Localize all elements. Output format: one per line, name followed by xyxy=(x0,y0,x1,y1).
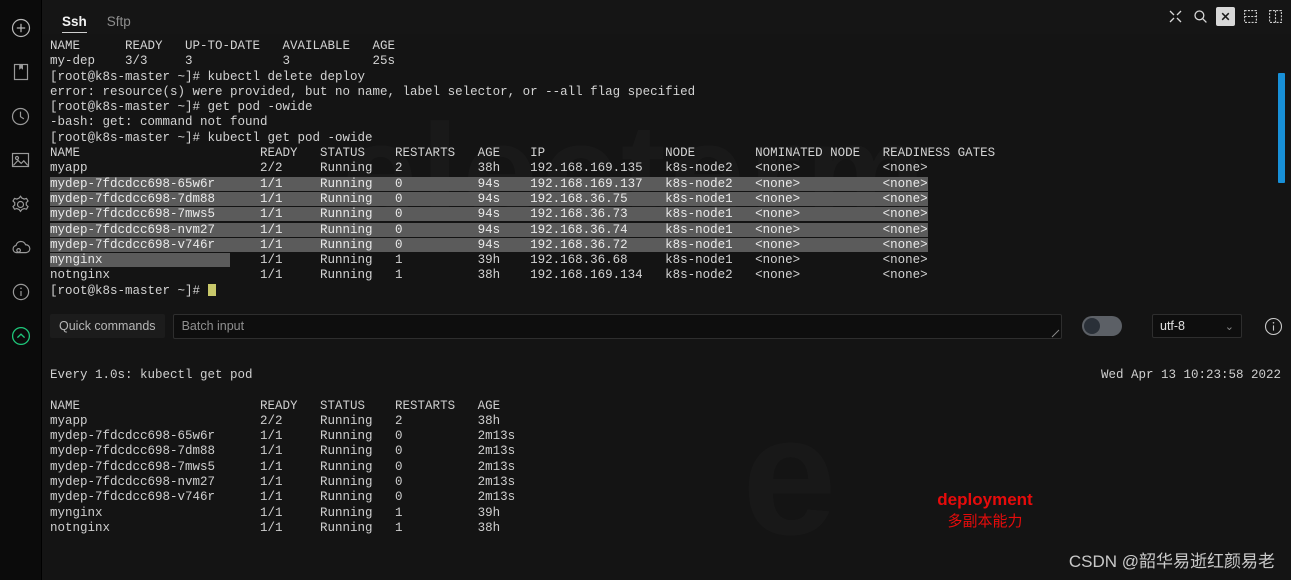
terminal-selected-text: mydep-7fdcdcc698-7mws5 1/1 Running 0 94s… xyxy=(50,207,928,222)
watch-terminal-pane[interactable]: e Wed Apr 13 10:23:58 2022 Every 1.0s: k… xyxy=(42,348,1291,580)
terminal-line: myapp 2/2 Running 2 38h 192.168.169.135 … xyxy=(50,161,928,176)
watch-header: Every 1.0s: kubectl get pod xyxy=(50,368,253,382)
watch-line: mydep-7fdcdcc698-nvm27 1/1 Running 0 2m1… xyxy=(50,475,516,490)
cloud-icon xyxy=(10,239,32,257)
search-icon[interactable] xyxy=(1191,7,1210,26)
chevron-down-icon: ⌄ xyxy=(1224,320,1234,333)
watch-line: NAME READY STATUS RESTARTS AGE xyxy=(50,398,501,413)
quick-commands-button[interactable]: Quick commands xyxy=(50,314,165,338)
terminal-line: my-dep 3/3 3 3 25s xyxy=(50,54,396,69)
terminal-line: -bash: get: command not found xyxy=(50,115,268,130)
terminal-output: NAME READY UP-TO-DATE AVAILABLE AGE my-de… xyxy=(42,34,1291,299)
terminal-line: mydep-7fdcdcc698-7mws5 1/1 Running 0 94s… xyxy=(50,207,1291,222)
tab-header: Ssh Sftp xyxy=(42,0,1291,34)
terminal-line: mydep-7fdcdcc698-7dm88 1/1 Running 0 94s… xyxy=(50,191,1291,207)
watch-spacer xyxy=(50,383,1291,398)
encoding-value: utf-8 xyxy=(1160,319,1186,333)
terminal-line: NAME READY UP-TO-DATE AVAILABLE AGE xyxy=(50,39,396,53)
watch-line: mynginx 1/1 Running 1 39h xyxy=(50,505,501,520)
terminal-line: mydep-7fdcdcc698-v746r 1/1 Running 0 94s… xyxy=(50,237,1291,253)
terminal-selected-text: mydep-7fdcdcc698-v746r 1/1 Running 0 94s… xyxy=(50,237,928,252)
terminal-line: error: resource(s) were provided, but no… xyxy=(50,84,696,99)
sidebar-item-info[interactable] xyxy=(0,270,42,314)
terminal-text: 1/1 Running 1 39h 192.168.36.68 k8s-node… xyxy=(230,253,928,268)
terminal-toolbar: Quick commands utf-8 ⌄ xyxy=(42,304,1291,348)
terminal-line: NAME READY STATUS RESTARTS AGE IP NODE N… xyxy=(50,146,996,161)
watch-line: mydep-7fdcdcc698-v746r 1/1 Running 0 2m1… xyxy=(50,490,516,505)
terminal-prompt: [root@k8s-master ~]# xyxy=(50,283,208,298)
watch-line: mydep-7fdcdcc698-7dm88 1/1 Running 0 2m1… xyxy=(50,444,516,459)
encoding-select[interactable]: utf-8 ⌄ xyxy=(1152,314,1242,338)
terminal-line: notnginx 1/1 Running 1 38h 192.168.169.1… xyxy=(50,268,928,283)
terminal-line: mydep-7fdcdcc698-nvm27 1/1 Running 0 94s… xyxy=(50,222,1291,238)
watch-line: notnginx 1/1 Running 1 38h xyxy=(50,520,501,535)
info-icon xyxy=(1264,317,1283,335)
terminal-line: mydep-7fdcdcc698-65w6r 1/1 Running 0 94s… xyxy=(50,176,1291,192)
electerm-window: Ssh Sftp NAME READY UP-TO-DATE AVAILABLE… xyxy=(0,0,1291,580)
sidebar-item-collapse[interactable] xyxy=(0,314,42,358)
watch-line: mydep-7fdcdcc698-7mws5 1/1 Running 0 2m1… xyxy=(50,459,516,474)
watch-output: Every 1.0s: kubectl get pod NAME READY S… xyxy=(42,348,1291,536)
sidebar-item-bookmarks[interactable] xyxy=(0,50,42,94)
add-icon xyxy=(10,17,32,39)
main-column: Ssh Sftp NAME READY UP-TO-DATE AVAILABLE… xyxy=(42,0,1291,580)
sidebar-item-add[interactable] xyxy=(0,6,42,50)
terminal-selected-text: mynginx xyxy=(50,253,231,268)
chevron-up-icon xyxy=(10,325,32,347)
sidebar-item-history[interactable] xyxy=(0,94,42,138)
terminal-scrollbar[interactable] xyxy=(1278,73,1285,183)
terminal-line: [root@k8s-master ~]# kubectl get pod -ow… xyxy=(50,130,373,145)
batch-input[interactable] xyxy=(172,313,1062,339)
terminal-cursor xyxy=(207,283,216,296)
terminal-selected-text: mydep-7fdcdcc698-nvm27 1/1 Running 0 94s… xyxy=(50,222,928,237)
terminal-selected-text: mydep-7fdcdcc698-65w6r 1/1 Running 0 94s… xyxy=(50,176,928,191)
bookmark-icon xyxy=(11,62,31,82)
sidebar-item-gallery[interactable] xyxy=(0,138,42,182)
sidebar-item-sync[interactable] xyxy=(0,226,42,270)
terminal-selected-text: mydep-7fdcdcc698-7dm88 1/1 Running 0 94s… xyxy=(50,191,928,206)
close-icon[interactable] xyxy=(1216,7,1235,26)
tab-sftp[interactable]: Sftp xyxy=(97,14,141,35)
fullscreen-icon[interactable] xyxy=(1166,7,1185,26)
left-sidebar xyxy=(0,0,42,580)
toolbar-toggle[interactable] xyxy=(1082,316,1122,336)
terminal-info-button[interactable] xyxy=(1264,317,1283,336)
tab-bar: Ssh Sftp xyxy=(42,0,141,34)
split-vertical-icon[interactable] xyxy=(1266,7,1285,26)
gear-icon xyxy=(10,194,31,215)
info-icon xyxy=(11,282,31,302)
batch-input-wrapper xyxy=(172,313,1062,339)
ssh-terminal-pane[interactable]: electerm NAME READY UP-TO-DATE AVAILABLE… xyxy=(42,34,1291,304)
terminal-prompt-line: [root@k8s-master ~]# xyxy=(50,283,1291,299)
terminal-line: mynginx 1/1 Running 1 39h 192.168.36.68 … xyxy=(50,253,1291,268)
tab-ssh[interactable]: Ssh xyxy=(52,14,97,35)
terminal-line: [root@k8s-master ~]# kubectl delete depl… xyxy=(50,69,366,84)
watch-line: mydep-7fdcdcc698-65w6r 1/1 Running 0 2m1… xyxy=(50,429,516,444)
toggle-knob xyxy=(1084,318,1100,334)
gallery-icon xyxy=(10,151,31,170)
split-horizontal-icon[interactable] xyxy=(1241,7,1260,26)
watch-line: myapp 2/2 Running 2 38h xyxy=(50,413,501,428)
sidebar-item-settings[interactable] xyxy=(0,182,42,226)
history-icon xyxy=(10,106,31,127)
header-icon-group xyxy=(1166,7,1285,26)
terminal-line: [root@k8s-master ~]# get pod -owide xyxy=(50,100,313,115)
